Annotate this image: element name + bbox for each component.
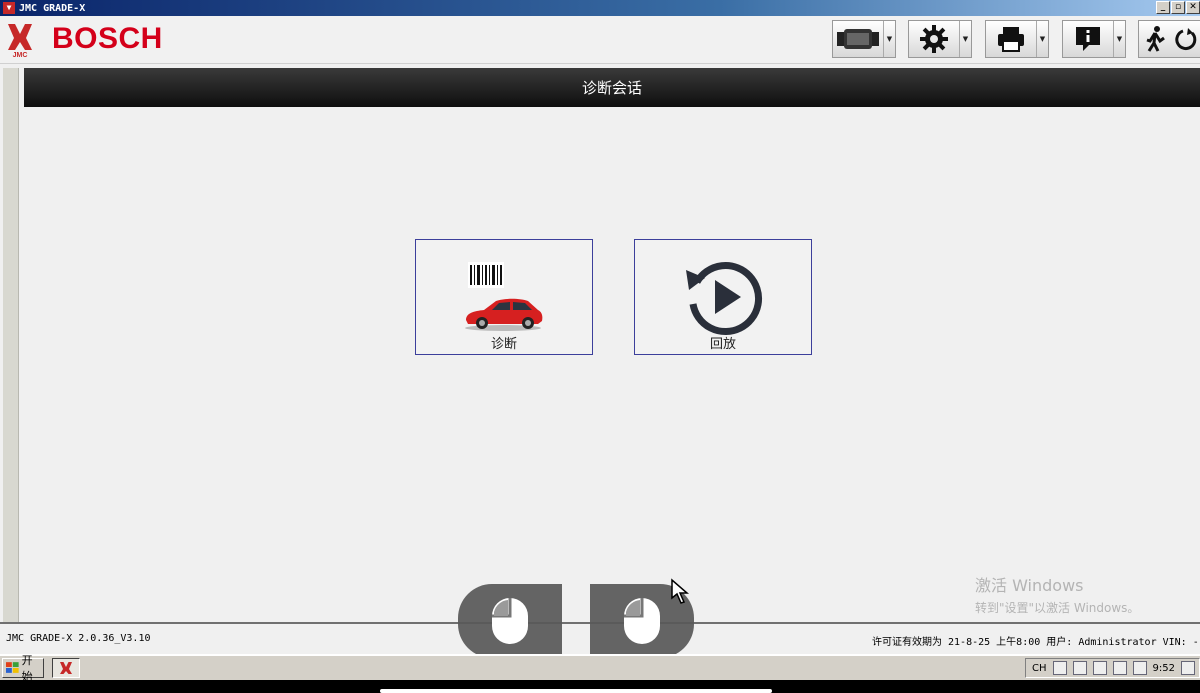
- chevron-down-icon[interactable]: ▼: [1036, 21, 1048, 57]
- car-icon: [465, 298, 543, 331]
- window-titlebar[interactable]: ▼ JMC GRADE-X _ ▫ ✕: [0, 0, 1200, 16]
- taskbar-app-jmc[interactable]: [52, 658, 80, 678]
- print-button[interactable]: ▼: [985, 20, 1049, 58]
- diagnose-tile[interactable]: 诊断: [415, 239, 593, 355]
- shield-icon[interactable]: [1072, 661, 1087, 675]
- playback-label: 回放: [709, 337, 736, 352]
- replay-icon: [686, 262, 763, 336]
- network-icon[interactable]: [1092, 661, 1107, 675]
- show-desktop-icon[interactable]: [1181, 661, 1195, 675]
- windows-taskbar: 开始 CH 9:52: [0, 654, 1200, 683]
- settings-button[interactable]: ▼: [908, 20, 972, 58]
- home-indicator: [380, 689, 772, 693]
- info-icon: [1063, 21, 1113, 57]
- windows-logo-icon: [6, 662, 19, 673]
- window-controls: _ ▫ ✕: [1156, 1, 1200, 14]
- playback-tile[interactable]: 回放: [634, 239, 812, 355]
- start-button[interactable]: 开始: [2, 654, 44, 683]
- svg-text:JMC: JMC: [13, 52, 28, 58]
- video-bottom-strip: [0, 680, 1200, 693]
- window-title: JMC GRADE-X: [19, 2, 86, 14]
- license-user-vin-text: 许可证有效期为 21-8-25 上午8:00 用户: Administrator…: [872, 637, 1200, 648]
- activation-watermark: 激活 Windows 转到"设置"以激活 Windows。: [975, 572, 1139, 616]
- restore-button[interactable]: ▫: [1171, 1, 1185, 14]
- left-scroll-strip[interactable]: [3, 68, 19, 624]
- vci-connector-button[interactable]: ▼: [832, 20, 896, 58]
- barcode-icon: [468, 262, 504, 288]
- clock[interactable]: 9:52: [1153, 663, 1175, 674]
- exit-run-icon: [1139, 21, 1200, 57]
- chevron-down-icon[interactable]: ▼: [883, 21, 895, 57]
- keyboard-icon[interactable]: [1052, 661, 1067, 675]
- right-mouse-icon: [624, 598, 660, 644]
- watermark-title: 激活 Windows: [975, 576, 1084, 595]
- left-click-button[interactable]: [458, 584, 562, 658]
- display-icon[interactable]: [1112, 661, 1127, 675]
- session-title: 诊断会话: [581, 79, 642, 97]
- chevron-down-icon[interactable]: ▼: [1113, 21, 1125, 57]
- app-icon: ▼: [3, 2, 15, 14]
- system-tray: CH 9:52: [1025, 658, 1200, 678]
- left-mouse-icon: [492, 598, 528, 644]
- diagnose-label: 诊断: [490, 337, 517, 352]
- app-header: JMC BOSCH ▼ ▼ ▼ ▼: [0, 16, 1200, 64]
- language-indicator[interactable]: CH: [1032, 663, 1047, 674]
- gear-icon: [909, 21, 959, 57]
- bosch-logo: BOSCH: [52, 22, 163, 55]
- session-title-bar: 诊断会话: [24, 68, 1200, 107]
- version-text: JMC GRADE-X 2.0.36_V3.10: [6, 633, 151, 644]
- exit-button[interactable]: [1138, 20, 1200, 58]
- close-button[interactable]: ✕: [1186, 1, 1200, 14]
- mouse-cursor-icon: [671, 578, 690, 604]
- printer-icon: [986, 21, 1036, 57]
- minimize-button[interactable]: _: [1156, 1, 1170, 14]
- jmc-app-icon: [60, 662, 72, 674]
- device-icon[interactable]: [1132, 661, 1147, 675]
- chevron-down-icon[interactable]: ▼: [959, 21, 971, 57]
- watermark-subtitle: 转到"设置"以激活 Windows。: [975, 601, 1140, 615]
- vci-connector-icon: [833, 21, 883, 57]
- app-window: JMC BOSCH ▼ ▼ ▼ ▼ 诊断会话 诊断 回放 激活 Windows …: [0, 16, 1200, 654]
- jmc-logo: JMC: [8, 24, 32, 58]
- info-button[interactable]: ▼: [1062, 20, 1126, 58]
